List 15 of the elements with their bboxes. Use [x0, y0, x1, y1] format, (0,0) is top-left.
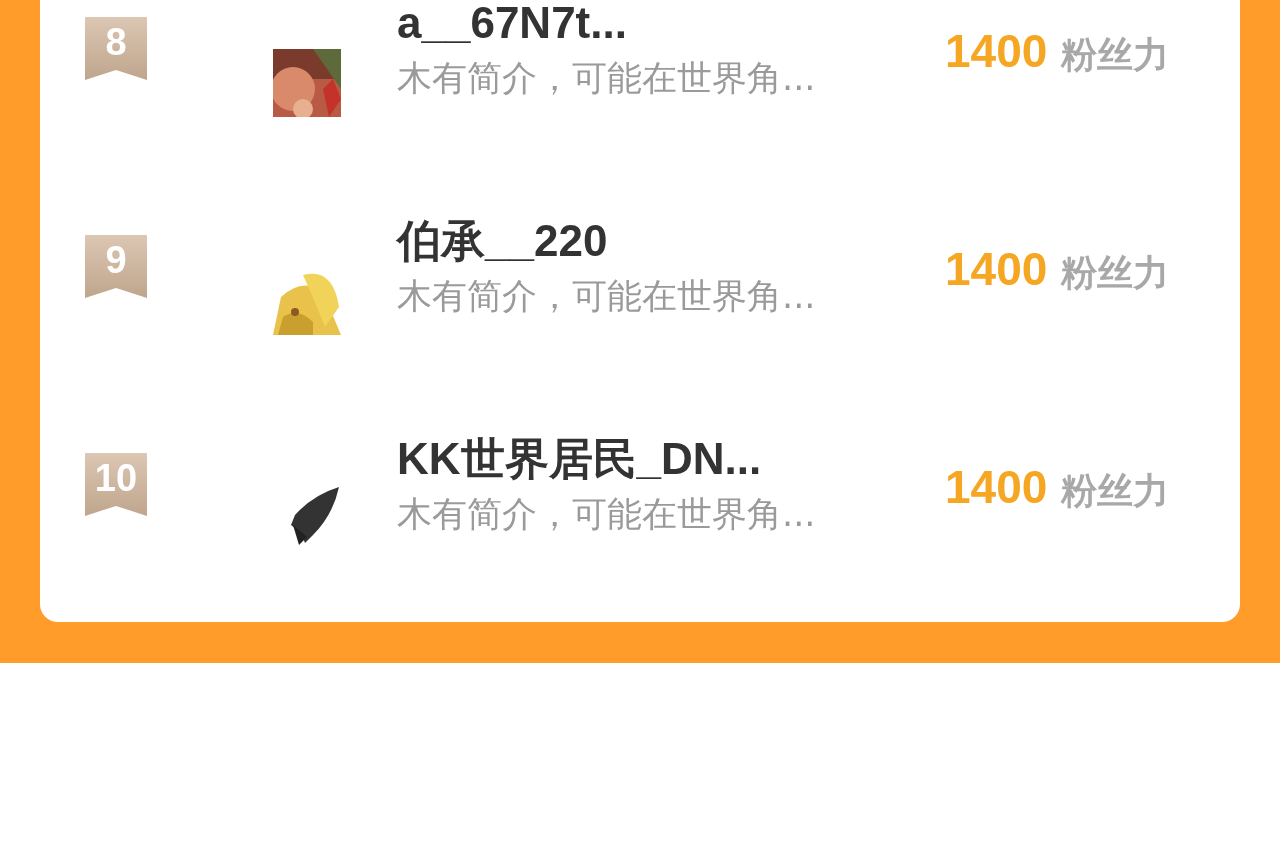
fan-label: 粉丝力: [1061, 469, 1170, 513]
user-name: 伯承__220: [397, 216, 609, 266]
rank-badge: 10: [85, 453, 147, 516]
fan-label: 粉丝力: [1061, 251, 1170, 295]
user-bio: 木有简介，可能在世界角...: [397, 493, 817, 536]
user-bio: 木有简介，可能在世界角...: [397, 57, 817, 100]
fan-count: 1400: [945, 242, 1048, 296]
fan-label: 粉丝力: [1061, 33, 1170, 77]
user-name: KK世界居民_DN...: [397, 434, 763, 484]
rank-badge: 9: [85, 235, 147, 298]
fan-count: 1400: [945, 460, 1048, 514]
rank-badge: 8: [85, 17, 147, 80]
fan-count: 1400: [945, 24, 1048, 78]
user-bio: 木有简介，可能在世界角...: [397, 275, 817, 318]
user-name: a__67N7t...: [397, 0, 628, 48]
